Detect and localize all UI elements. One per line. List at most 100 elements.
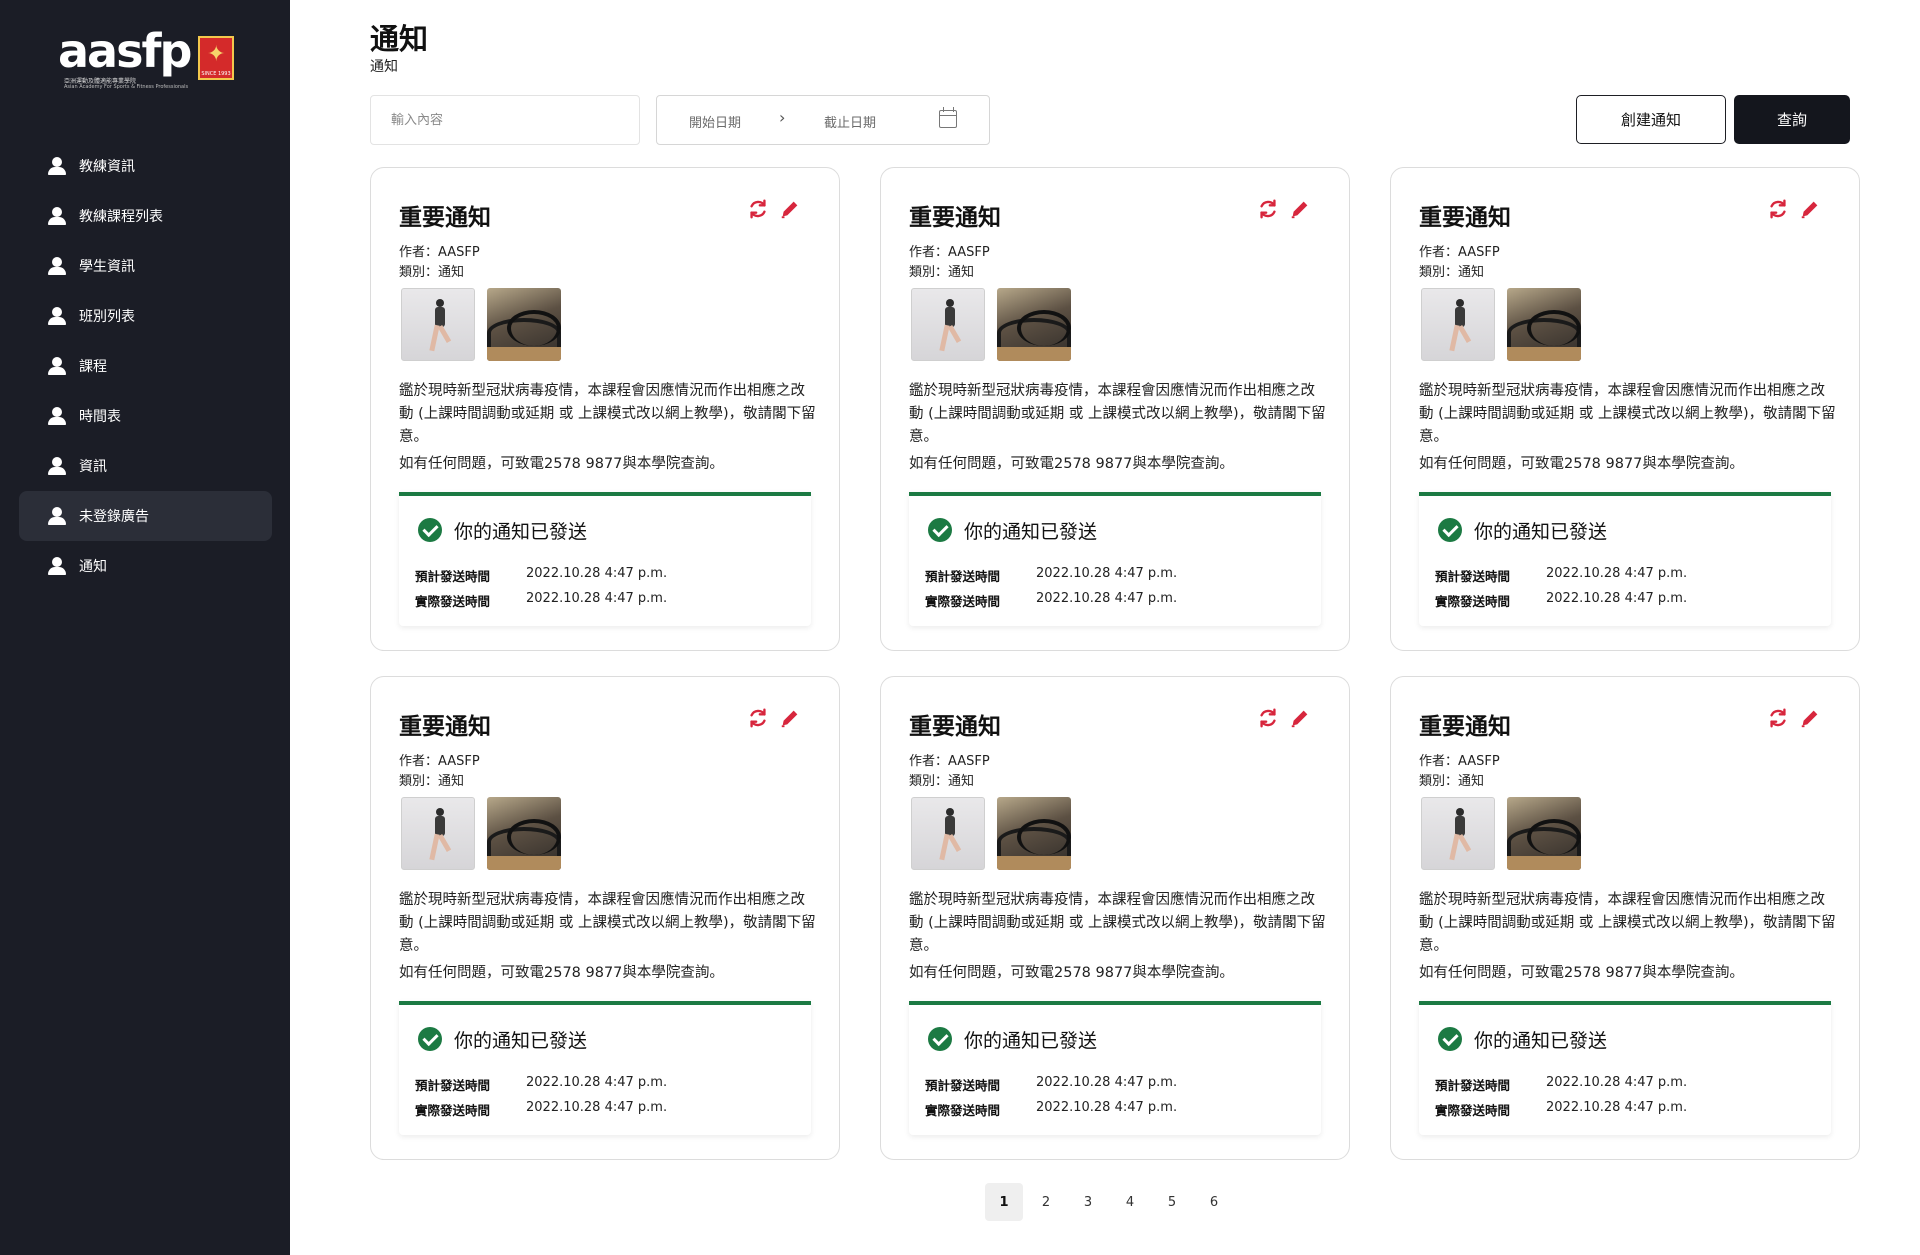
scheduled-time-label: 預計發送時間 (1435, 569, 1511, 584)
status-text: 你的通知已發送 (454, 521, 588, 543)
thumbnail-athlete-image[interactable] (1421, 797, 1495, 870)
status-text: 你的通知已發送 (454, 1030, 588, 1052)
page-2-button[interactable]: 2 (1027, 1183, 1065, 1221)
thumbnail-athlete-image[interactable] (401, 797, 475, 870)
card-contact-text: 如有任何問題，可致電2578 9877與本學院查詢。 (399, 456, 724, 472)
thumbnail-battle-ropes-image[interactable] (997, 288, 1071, 361)
actual-time-value: 2022.10.28 4:47 p.m. (526, 1100, 668, 1115)
scheduled-time-value: 2022.10.28 4:47 p.m. (526, 566, 668, 581)
logo-since: SINCE 1993 (201, 71, 231, 77)
scheduled-time-label: 預計發送時間 (925, 569, 1001, 584)
sidebar-item-label: 未登錄廣告 (79, 509, 149, 525)
check-circle-icon (418, 518, 442, 542)
thumbnail-athlete-image[interactable] (911, 797, 985, 870)
sidebar-item-label: 課程 (79, 359, 107, 375)
chevron-right-icon: › (779, 108, 786, 127)
thumbnail-athlete-image[interactable] (1421, 288, 1495, 361)
refresh-icon[interactable] (1257, 198, 1279, 220)
actual-time-label: 實際發送時間 (415, 594, 491, 609)
thumbnail-athlete-image[interactable] (401, 288, 475, 361)
date-range-picker[interactable]: 開始日期 › 截止日期 (656, 95, 990, 145)
thumbnail-battle-ropes-image[interactable] (997, 797, 1071, 870)
sidebar-item-coach-courses[interactable]: 教練課程列表 (19, 191, 272, 241)
refresh-icon[interactable] (1767, 707, 1789, 729)
status-panel: 你的通知已發送 預計發送時間 2022.10.28 4:47 p.m. 實際發送… (399, 1001, 811, 1135)
card-contact-text: 如有任何問題，可致電2578 9877與本學院查詢。 (1419, 456, 1744, 472)
actual-time-label: 實際發送時間 (1435, 1103, 1511, 1118)
sidebar-item-timetable[interactable]: 時間表 (19, 391, 272, 441)
query-button[interactable]: 查詢 (1734, 95, 1850, 144)
search-input[interactable] (370, 95, 640, 145)
actual-time-value: 2022.10.28 4:47 p.m. (1036, 591, 1178, 606)
edit-pencil-icon[interactable] (1799, 198, 1821, 220)
page-4-button[interactable]: 4 (1111, 1183, 1149, 1221)
sidebar-item-notifications[interactable]: 通知 (19, 541, 272, 591)
sidebar-item-label: 教練課程列表 (79, 209, 163, 225)
thumbnail-battle-ropes-image[interactable] (1507, 288, 1581, 361)
date-end-field[interactable]: 截止日期 (824, 112, 876, 131)
scheduled-time-value: 2022.10.28 4:47 p.m. (1036, 1075, 1178, 1090)
notification-card: 重要通知 作者：AASFP 類別：通知 鑑於現時新型冠狀病毒疫情，本課程會因應情… (880, 676, 1350, 1160)
card-title: 重要通知 (1419, 205, 1511, 231)
sidebar-item-student-info[interactable]: 學生資訊 (19, 241, 272, 291)
actual-time-label: 實際發送時間 (1435, 594, 1511, 609)
page-6-button[interactable]: 6 (1195, 1183, 1233, 1221)
notification-card: 重要通知 作者：AASFP 類別：通知 鑑於現時新型冠狀病毒疫情，本課程會因應情… (1390, 167, 1860, 651)
notification-card: 重要通知 作者：AASFP 類別：通知 鑑於現時新型冠狀病毒疫情，本課程會因應情… (370, 676, 840, 1160)
sidebar-item-info[interactable]: 資訊 (19, 441, 272, 491)
notification-card: 重要通知 作者：AASFP 類別：通知 鑑於現時新型冠狀病毒疫情，本課程會因應情… (880, 167, 1350, 651)
card-author: 作者：AASFP (909, 754, 990, 769)
check-circle-icon (418, 1027, 442, 1051)
edit-pencil-icon[interactable] (1799, 707, 1821, 729)
sidebar-item-label: 時間表 (79, 409, 121, 425)
aasfp-logo[interactable]: aasfp ✦ SINCE 1993 亞洲運動及體適能專業學院 Asian Ac… (58, 26, 238, 92)
card-contact-text: 如有任何問題，可致電2578 9877與本學院查詢。 (1419, 965, 1744, 981)
actual-time-label: 實際發送時間 (925, 1103, 1001, 1118)
page-1-button[interactable]: 1 (985, 1183, 1023, 1221)
card-title: 重要通知 (909, 205, 1001, 231)
status-panel: 你的通知已發送 預計發送時間 2022.10.28 4:47 p.m. 實際發送… (1419, 1001, 1831, 1135)
calendar-icon[interactable] (939, 107, 957, 128)
check-circle-icon (928, 1027, 952, 1051)
status-text: 你的通知已發送 (1474, 1030, 1608, 1052)
sidebar-item-courses[interactable]: 課程 (19, 341, 272, 391)
refresh-icon[interactable] (1767, 198, 1789, 220)
page-5-button[interactable]: 5 (1153, 1183, 1191, 1221)
refresh-icon[interactable] (1257, 707, 1279, 729)
thumbnail-battle-ropes-image[interactable] (1507, 797, 1581, 870)
edit-pencil-icon[interactable] (1289, 707, 1311, 729)
scheduled-time-value: 2022.10.28 4:47 p.m. (1546, 566, 1688, 581)
create-notification-button[interactable]: 創建通知 (1576, 95, 1726, 144)
sidebar-item-label: 班別列表 (79, 309, 135, 325)
thumbnail-battle-ropes-image[interactable] (487, 288, 561, 361)
card-body-text: 鑑於現時新型冠狀病毒疫情，本課程會因應情況而作出相應之改動 (上課時間調動或延期… (909, 383, 1326, 445)
scheduled-time-value: 2022.10.28 4:47 p.m. (1036, 566, 1178, 581)
edit-pencil-icon[interactable] (779, 198, 801, 220)
card-category: 類別：通知 (909, 265, 975, 280)
scheduled-time-label: 預計發送時間 (1435, 1078, 1511, 1093)
sidebar-item-unlisted-ads[interactable]: 未登錄廣告 (19, 491, 272, 541)
user-icon (48, 557, 66, 575)
thumbnail-athlete-image[interactable] (911, 288, 985, 361)
card-category: 類別：通知 (399, 774, 465, 789)
sidebar-item-coach-info[interactable]: 教練資訊 (19, 141, 272, 191)
page-3-button[interactable]: 3 (1069, 1183, 1107, 1221)
card-body-text: 鑑於現時新型冠狀病毒疫情，本課程會因應情況而作出相應之改動 (上課時間調動或延期… (1419, 892, 1836, 954)
refresh-icon[interactable] (747, 707, 769, 729)
edit-pencil-icon[interactable] (779, 707, 801, 729)
date-start-field[interactable]: 開始日期 (689, 112, 741, 131)
card-title: 重要通知 (1419, 714, 1511, 740)
refresh-icon[interactable] (747, 198, 769, 220)
check-circle-icon (1438, 518, 1462, 542)
logo-wordmark: aasfp (58, 24, 192, 78)
scheduled-time-value: 2022.10.28 4:47 p.m. (526, 1075, 668, 1090)
actual-time-value: 2022.10.28 4:47 p.m. (1036, 1100, 1178, 1115)
edit-pencil-icon[interactable] (1289, 198, 1311, 220)
check-circle-icon (928, 518, 952, 542)
thumbnail-battle-ropes-image[interactable] (487, 797, 561, 870)
card-author: 作者：AASFP (909, 245, 990, 260)
card-category: 類別：通知 (399, 265, 465, 280)
card-title: 重要通知 (399, 714, 491, 740)
sidebar-item-class-list[interactable]: 班別列表 (19, 291, 272, 341)
status-panel: 你的通知已發送 預計發送時間 2022.10.28 4:47 p.m. 實際發送… (909, 492, 1321, 626)
